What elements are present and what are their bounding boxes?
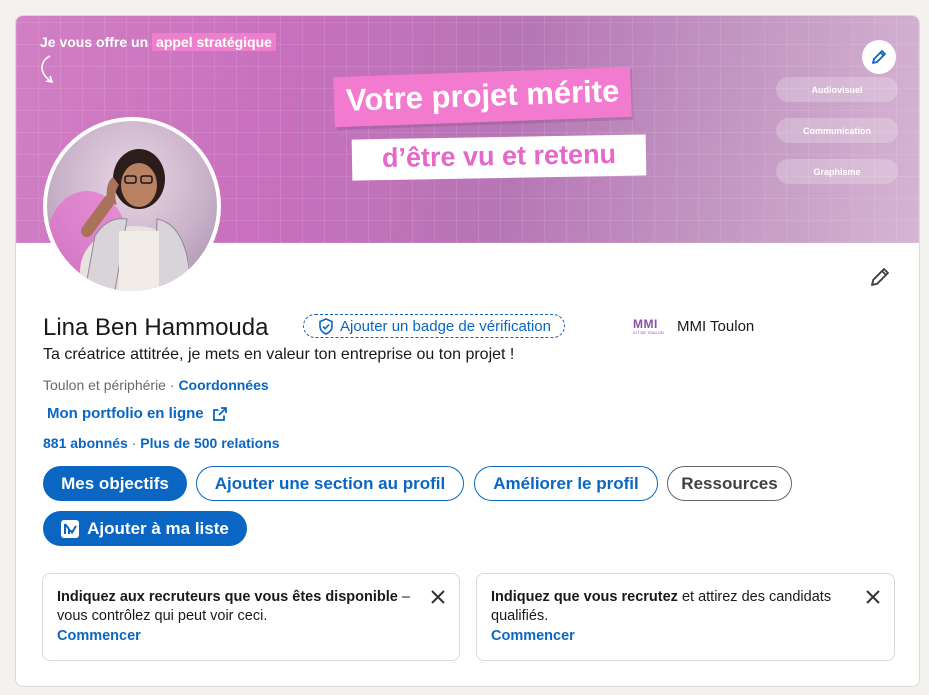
contact-info-link[interactable]: Coordonnées — [178, 377, 268, 393]
hiring-title: Indiquez que vous recrutez — [491, 589, 678, 605]
profile-name: Lina Ben Hammouda — [43, 314, 269, 341]
followers-link[interactable]: 881 abonnés — [43, 435, 128, 451]
stats-separator: · — [127, 435, 141, 451]
add-profile-section-button[interactable]: Ajouter une section au profil — [196, 466, 464, 501]
network-stats: 881 abonnés · Plus de 500 relations — [43, 435, 280, 451]
location-row: Toulon et périphérie · Coordonnées — [43, 377, 269, 393]
portfolio-link[interactable]: Mon portfolio en ligne — [47, 405, 228, 422]
edit-banner-button[interactable] — [862, 40, 896, 74]
portfolio-link-label: Mon portfolio en ligne — [47, 405, 204, 422]
hiring-start-link[interactable]: Commencer — [491, 627, 854, 646]
banner-headline-line1: Votre projet mérite — [333, 66, 633, 128]
resources-button[interactable]: Ressources — [667, 466, 792, 501]
banner-tagline-highlight: appel stratégique — [152, 33, 276, 51]
add-verification-badge-button[interactable]: Ajouter un badge de vérification — [303, 314, 565, 338]
banner-tag-graphisme: Graphisme — [776, 159, 898, 184]
pencil-icon — [871, 268, 889, 286]
profile-headline: Ta créatrice attitrée, je mets en valeur… — [43, 346, 515, 363]
connections-link[interactable]: Plus de 500 relations — [140, 435, 279, 451]
open-to-work-start-link[interactable]: Commencer — [57, 627, 419, 646]
verify-badge-label: Ajouter un badge de vérification — [340, 317, 551, 335]
banner-tagline: Je vous offre un appel stratégique — [40, 33, 276, 51]
close-icon[interactable] — [866, 590, 880, 604]
close-icon[interactable] — [431, 590, 445, 604]
add-to-list-button[interactable]: Ajouter à ma liste — [43, 511, 247, 546]
add-to-list-label: Ajouter à ma liste — [87, 518, 229, 538]
banner-headline-line2: d’être vu et retenu — [351, 134, 647, 181]
list-check-icon — [61, 519, 80, 538]
edit-profile-button[interactable] — [868, 265, 892, 294]
banner-tagline-prefix: Je vous offre un — [40, 34, 149, 50]
pencil-icon — [872, 50, 886, 64]
open-to-work-card: Indiquez aux recruteurs que vous êtes di… — [42, 573, 460, 661]
open-to-work-title: Indiquez aux recruteurs que vous êtes di… — [57, 589, 398, 605]
hiring-card: Indiquez que vous recrutez et attirez de… — [476, 573, 895, 661]
company-link[interactable]: MMI IUT DE TOULON MMI Toulon — [633, 317, 754, 335]
company-logo-subtext: IUT DE TOULON — [633, 329, 664, 335]
company-logo-text: MMI — [633, 316, 658, 331]
location-separator: · — [165, 377, 179, 393]
company-name: MMI Toulon — [677, 317, 755, 335]
goals-button[interactable]: Mes objectifs — [43, 466, 187, 501]
profile-avatar[interactable] — [43, 117, 221, 295]
improve-profile-button[interactable]: Améliorer le profil — [474, 466, 658, 501]
profile-location: Toulon et périphérie — [43, 377, 166, 393]
curved-arrow-icon — [41, 55, 54, 84]
external-link-icon — [212, 406, 227, 421]
profile-card: Je vous offre un appel stratégique Votre… — [15, 15, 920, 687]
banner-tag-audiovisuel: Audiovisuel — [776, 77, 898, 102]
banner-tag-communication: Communication — [776, 118, 898, 143]
company-logo: MMI IUT DE TOULON — [633, 317, 669, 335]
shield-check-icon — [319, 317, 333, 335]
avatar-photo — [47, 149, 194, 291]
